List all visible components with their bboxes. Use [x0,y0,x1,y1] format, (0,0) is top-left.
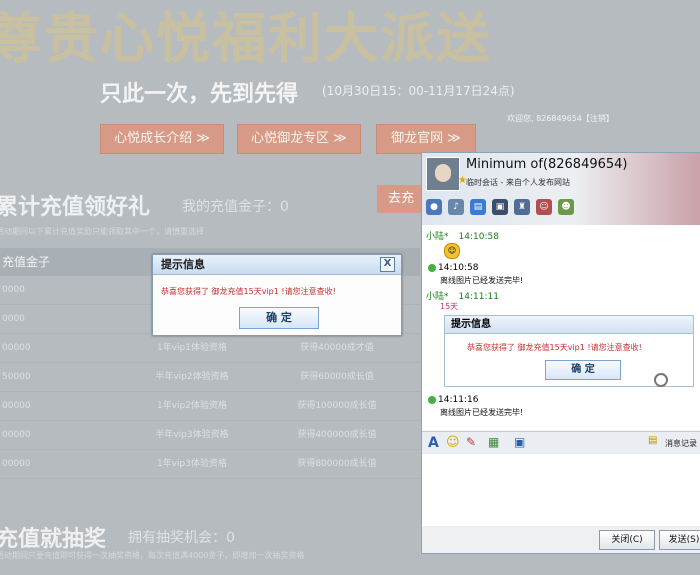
invite-icon[interactable]: ☻ [558,199,574,215]
chat-header: Minimum of(826849654) ★ 临时会话 - 来自个人发布网站 … [422,153,700,225]
system-message: 14:10:58 [428,263,478,273]
chat-toolbar: ● ♪ ▤ ▣ ♜ ☺ ☻ [426,199,574,221]
dialog-title: 提示信息 [161,258,205,271]
tagline: 只此一次，先到先得 [100,82,299,107]
add-contact-icon[interactable]: ☺ [536,199,552,215]
screenshot-dialog-message: 恭喜您获得了 御龙充值15天vip1 !请您注意查收! [467,343,642,352]
header-gold: 充值金子 [2,255,51,269]
contact-name: Minimum of(826849654) [466,157,628,172]
lottery-note: 活动期间只要充值即可获得一次抽奖资格，每次充值满4000金子，即增加一次抽奖资格 [0,551,305,560]
message-time: 14:10:58 [458,232,499,242]
table-row: 00000 1年vip1体验资格 获得40000成才值 [0,334,420,363]
magic-expression-icon[interactable]: ✎ [466,435,476,449]
screen-capture-icon[interactable]: ▣ [514,435,525,449]
app-icon[interactable]: ♜ [514,199,530,215]
lottery-chances: 拥有抽奖机会：0 [128,530,235,546]
message-input[interactable] [422,454,700,526]
system-message: 14:11:16 [428,395,478,405]
recharge-section-title: 累计充值领好礼 [0,195,151,220]
reward-notice-dialog: 提示信息 X 恭喜您获得了 御龙充值15天vip1 !请您注意查收! 确 定 [152,254,402,336]
video-call-icon[interactable]: ● [426,199,442,215]
emoji-icon[interactable]: ☺ [446,435,460,450]
welcome-logout-link[interactable]: 欢迎您, 826849654【注销】 [507,113,614,124]
smiley-emoji-icon: ☺ [444,243,460,259]
file-transfer-icon[interactable]: ▤ [470,199,486,215]
send-message-button[interactable]: 发送(S) [659,530,700,550]
recharge-note: 活动期间以下累计充值奖励只能领取其中一个，请慎重选择 [0,227,204,236]
close-icon[interactable]: X [380,257,395,272]
remote-desktop-icon[interactable]: ▣ [492,199,508,215]
event-date-range: (10月30日15：00-11月17日24点) [322,84,515,98]
table-row: 00000 1年vip2体验资格 获得100000成长值 [0,392,420,421]
message-time: 14:10:58 [438,263,479,273]
close-chat-button[interactable]: 关闭(C) [599,530,655,550]
chat-footer: 关闭(C) 发送(S) [422,526,700,553]
go-recharge-button[interactable]: 去充 [377,185,425,213]
nav-official-site-button[interactable]: 御龙官网 ≫ [376,124,476,154]
dialog-message: 恭喜您获得了 御龙充值15天vip1 !请您注意查收! [161,287,336,296]
qq-chat-window: Minimum of(826849654) ★ 临时会话 - 来自个人发布网站 … [421,152,700,554]
message-header: 小陆* 14:10:58 [426,229,499,242]
message-time: 14:11:16 [438,395,479,405]
banner-title: 尊贵心悦福利大派送 [0,6,492,70]
success-icon [428,263,436,272]
message-text: 离线图片已经发送完毕! [440,408,524,417]
table-row: 50000 半年vip2体验资格 获得60000成长值 [0,363,420,392]
contact-signature: 临时会话 - 来自个人发布网站 [466,178,570,187]
sender-name: 小陆* [426,232,449,242]
history-icon[interactable]: ▤ [648,435,657,446]
event-page: 尊贵心悦福利大派送 只此一次，先到先得 (10月30日15：00-11月17日2… [0,0,700,575]
message-text: 15天 [440,302,459,311]
screenshot-dialog-title: 提示信息 [451,319,491,330]
zoom-icon[interactable] [654,373,668,387]
screenshot-dialog-titlebar: 提示信息 [445,316,693,334]
success-icon [428,395,436,404]
microphone-icon[interactable]: ♪ [448,199,464,215]
send-image-icon[interactable]: ▦ [488,435,499,449]
avatar[interactable] [426,157,460,191]
lottery-section-title: 充值就抽奖 [0,527,107,552]
recharge-gold-count: 我的充值金子：0 [182,199,289,215]
message-time: 14:11:11 [458,292,499,302]
table-row: 00000 1年vip3体验资格 获得800000成长值 [0,450,420,479]
message-header: 小陆* 14:11:11 [426,289,499,302]
message-text: 离线图片已经发送完毕! [440,276,524,285]
message-history-button[interactable]: 消息记录 [665,438,697,449]
nav-yulong-zone-button[interactable]: 心悦御龙专区 ≫ [237,124,361,154]
confirm-button[interactable]: 确 定 [239,307,319,329]
avatar-face-icon [435,164,451,182]
screenshot-confirm-button: 确 定 [545,360,621,380]
editor-toolbar: A ☺ ✎ ▦ ▣ ▤ 消息记录 [422,431,700,455]
table-row: 00000 半年vip3体验资格 获得400000成长值 [0,421,420,450]
dialog-titlebar: 提示信息 X [153,255,401,275]
font-icon[interactable]: A [428,435,439,451]
nav-growth-intro-button[interactable]: 心悦成长介绍 ≫ [100,124,224,154]
